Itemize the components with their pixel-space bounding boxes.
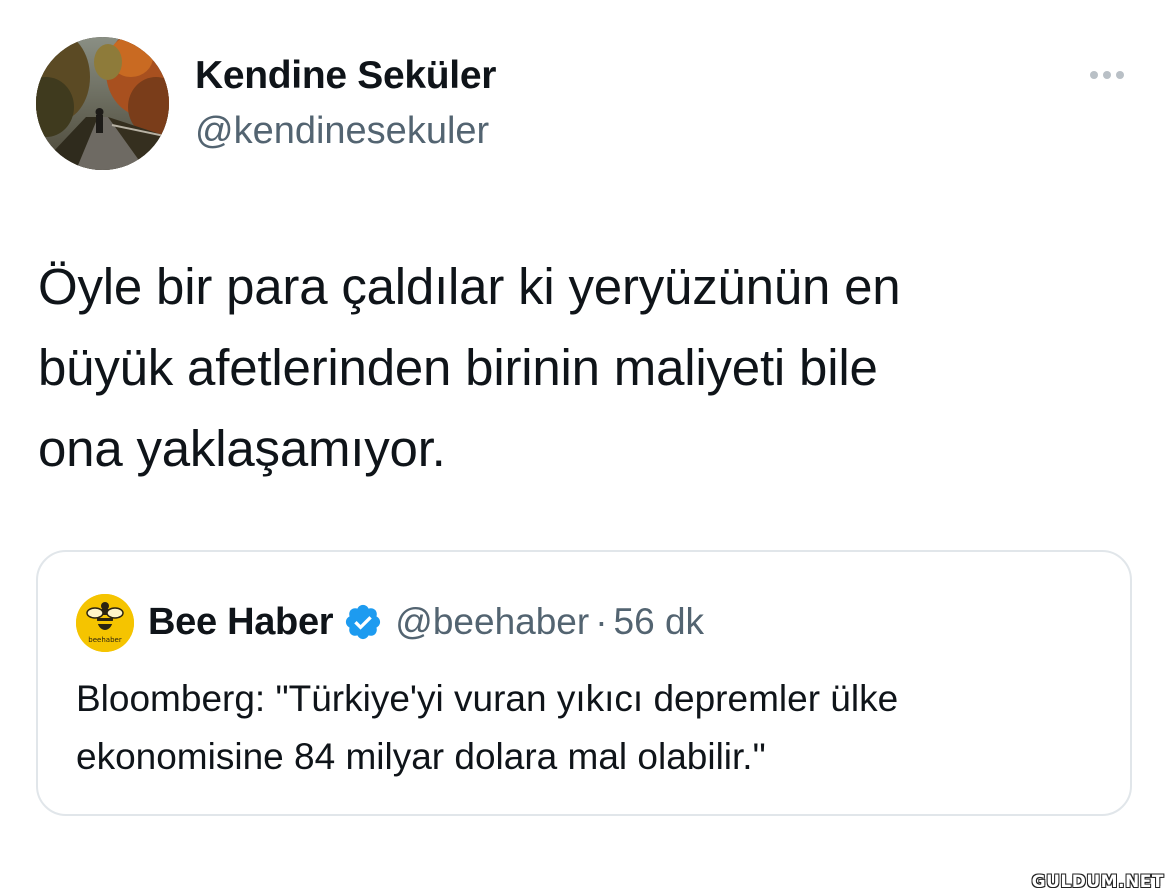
quoted-tweet-text: Bloomberg: "Türkiye'yi vuran yıkıcı depr… [76, 678, 899, 777]
quoted-tweet-card[interactable]: beehaber Bee Haber @beehaber · 56 dk Blo… [36, 550, 1132, 816]
author-avatar[interactable] [36, 37, 169, 170]
more-options-button[interactable] [1082, 62, 1132, 88]
verified-badge-icon [343, 602, 383, 642]
more-horizontal-icon-dot [1103, 71, 1111, 79]
more-horizontal-icon-dot [1116, 71, 1124, 79]
quoted-author-display-name[interactable]: Bee Haber [148, 601, 334, 644]
quoted-author-handle[interactable]: @beehaber [395, 601, 589, 643]
more-horizontal-icon [1090, 71, 1098, 79]
quoted-tweet-timestamp[interactable]: 56 dk [614, 601, 705, 643]
watermark: GULDUM.NET [1031, 872, 1164, 892]
tweet-text: Öyle bir para çaldılar ki yeryüzünün en … [38, 258, 901, 477]
header-separator: · [595, 601, 608, 642]
quoted-author-avatar[interactable]: beehaber [76, 594, 134, 652]
quoted-tweet-header: Bee Haber @beehaber · 56 dk [148, 596, 704, 648]
quoted-avatar-label: beehaber [88, 636, 122, 644]
author-handle[interactable]: @kendinesekuler [195, 110, 489, 153]
author-display-name[interactable]: Kendine Seküler [195, 54, 496, 98]
tweet-screenshot: Kendine Seküler @kendinesekuler Öyle bir… [0, 0, 1170, 895]
